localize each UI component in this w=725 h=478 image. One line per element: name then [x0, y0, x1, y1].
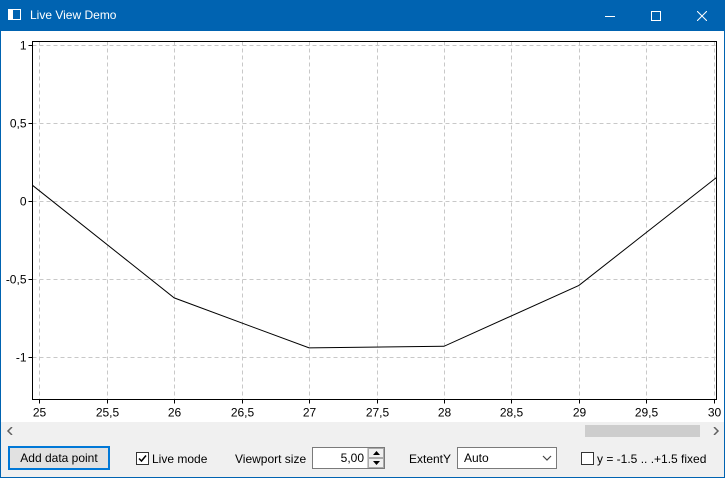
x-tick-label: 30 [708, 406, 722, 420]
chevron-up-icon [372, 451, 380, 455]
minimize-icon [605, 15, 615, 17]
chevron-right-icon [712, 426, 719, 435]
x-tick-label: 25 [33, 406, 47, 420]
x-tick-label: 25,5 [96, 406, 120, 420]
x-tick-label: 28 [438, 406, 452, 420]
plot-panel[interactable]: 1 0,5 0 -0,5 -1 25 25,5 26 26,5 27 27,5 28 28,5 29 29… [1, 31, 724, 422]
grid-lines [32, 41, 717, 400]
close-button[interactable] [679, 0, 725, 31]
minimize-button[interactable] [587, 0, 633, 31]
x-tick-label: 27 [303, 406, 317, 420]
viewport-size-spinner[interactable] [367, 448, 384, 468]
y-tick-label: 1 [20, 39, 27, 53]
x-tick-label: 27,5 [366, 406, 390, 420]
x-tick-label: 29 [573, 406, 587, 420]
close-icon [697, 10, 707, 21]
viewport-size-stepper[interactable]: 5,00 [312, 447, 385, 469]
y-tick-label: -1 [16, 351, 27, 365]
y-tick-label: 0 [20, 195, 27, 209]
series-layer [32, 177, 717, 349]
viewport-size-value[interactable]: 5,00 [341, 451, 364, 465]
add-data-point-button[interactable]: Add data point [8, 446, 110, 470]
maximize-icon [651, 10, 661, 21]
y-tick-label: -0,5 [6, 273, 27, 287]
x-tick-label: 26 [168, 406, 182, 420]
fixed-range-label[interactable]: y = -1.5 .. .+1.5 fixed [597, 452, 706, 466]
extent-y-dropdown[interactable]: Auto [457, 447, 557, 469]
extent-y-label: ExtentY [409, 452, 452, 466]
x-tick-label: 26,5 [231, 406, 255, 420]
title-bar: Live View Demo [0, 0, 725, 31]
plot-area-border [32, 41, 717, 400]
live-mode-label[interactable]: Live mode [152, 452, 207, 466]
checkmark-icon [138, 455, 147, 463]
line-chart[interactable]: 1 0,5 0 -0,5 -1 25 25,5 26 26,5 27 27,5 28 28,5 29 29… [1, 31, 724, 422]
live-mode-checkbox[interactable] [136, 452, 149, 465]
series-line [32, 177, 717, 349]
x-tick-label: 28,5 [500, 406, 524, 420]
chevron-down-icon [542, 455, 552, 461]
x-axis-ticks: 25 25,5 26 26,5 27 27,5 28 28,5 29 29,5 30 [33, 399, 722, 420]
spin-up-button[interactable] [368, 448, 384, 458]
scroll-left-button[interactable] [1, 422, 18, 439]
viewport-size-label: Viewport size [235, 452, 307, 466]
extent-y-value[interactable]: Auto [464, 451, 489, 465]
y-tick-label: 0,5 [10, 117, 27, 131]
horizontal-scrollbar[interactable] [1, 422, 724, 439]
spin-down-button[interactable] [368, 458, 384, 468]
scroll-right-button[interactable] [707, 422, 724, 439]
app-window-icon [8, 9, 21, 20]
fixed-range-checkbox[interactable] [581, 452, 594, 465]
x-tick-label: 29,5 [635, 406, 659, 420]
window-title: Live View Demo [30, 8, 117, 22]
chevron-down-icon [372, 461, 380, 465]
scrollbar-thumb[interactable] [585, 425, 700, 437]
y-axis-ticks: 1 0,5 0 -0,5 -1 [6, 39, 33, 365]
maximize-button[interactable] [633, 0, 679, 31]
chevron-left-icon [6, 426, 13, 435]
